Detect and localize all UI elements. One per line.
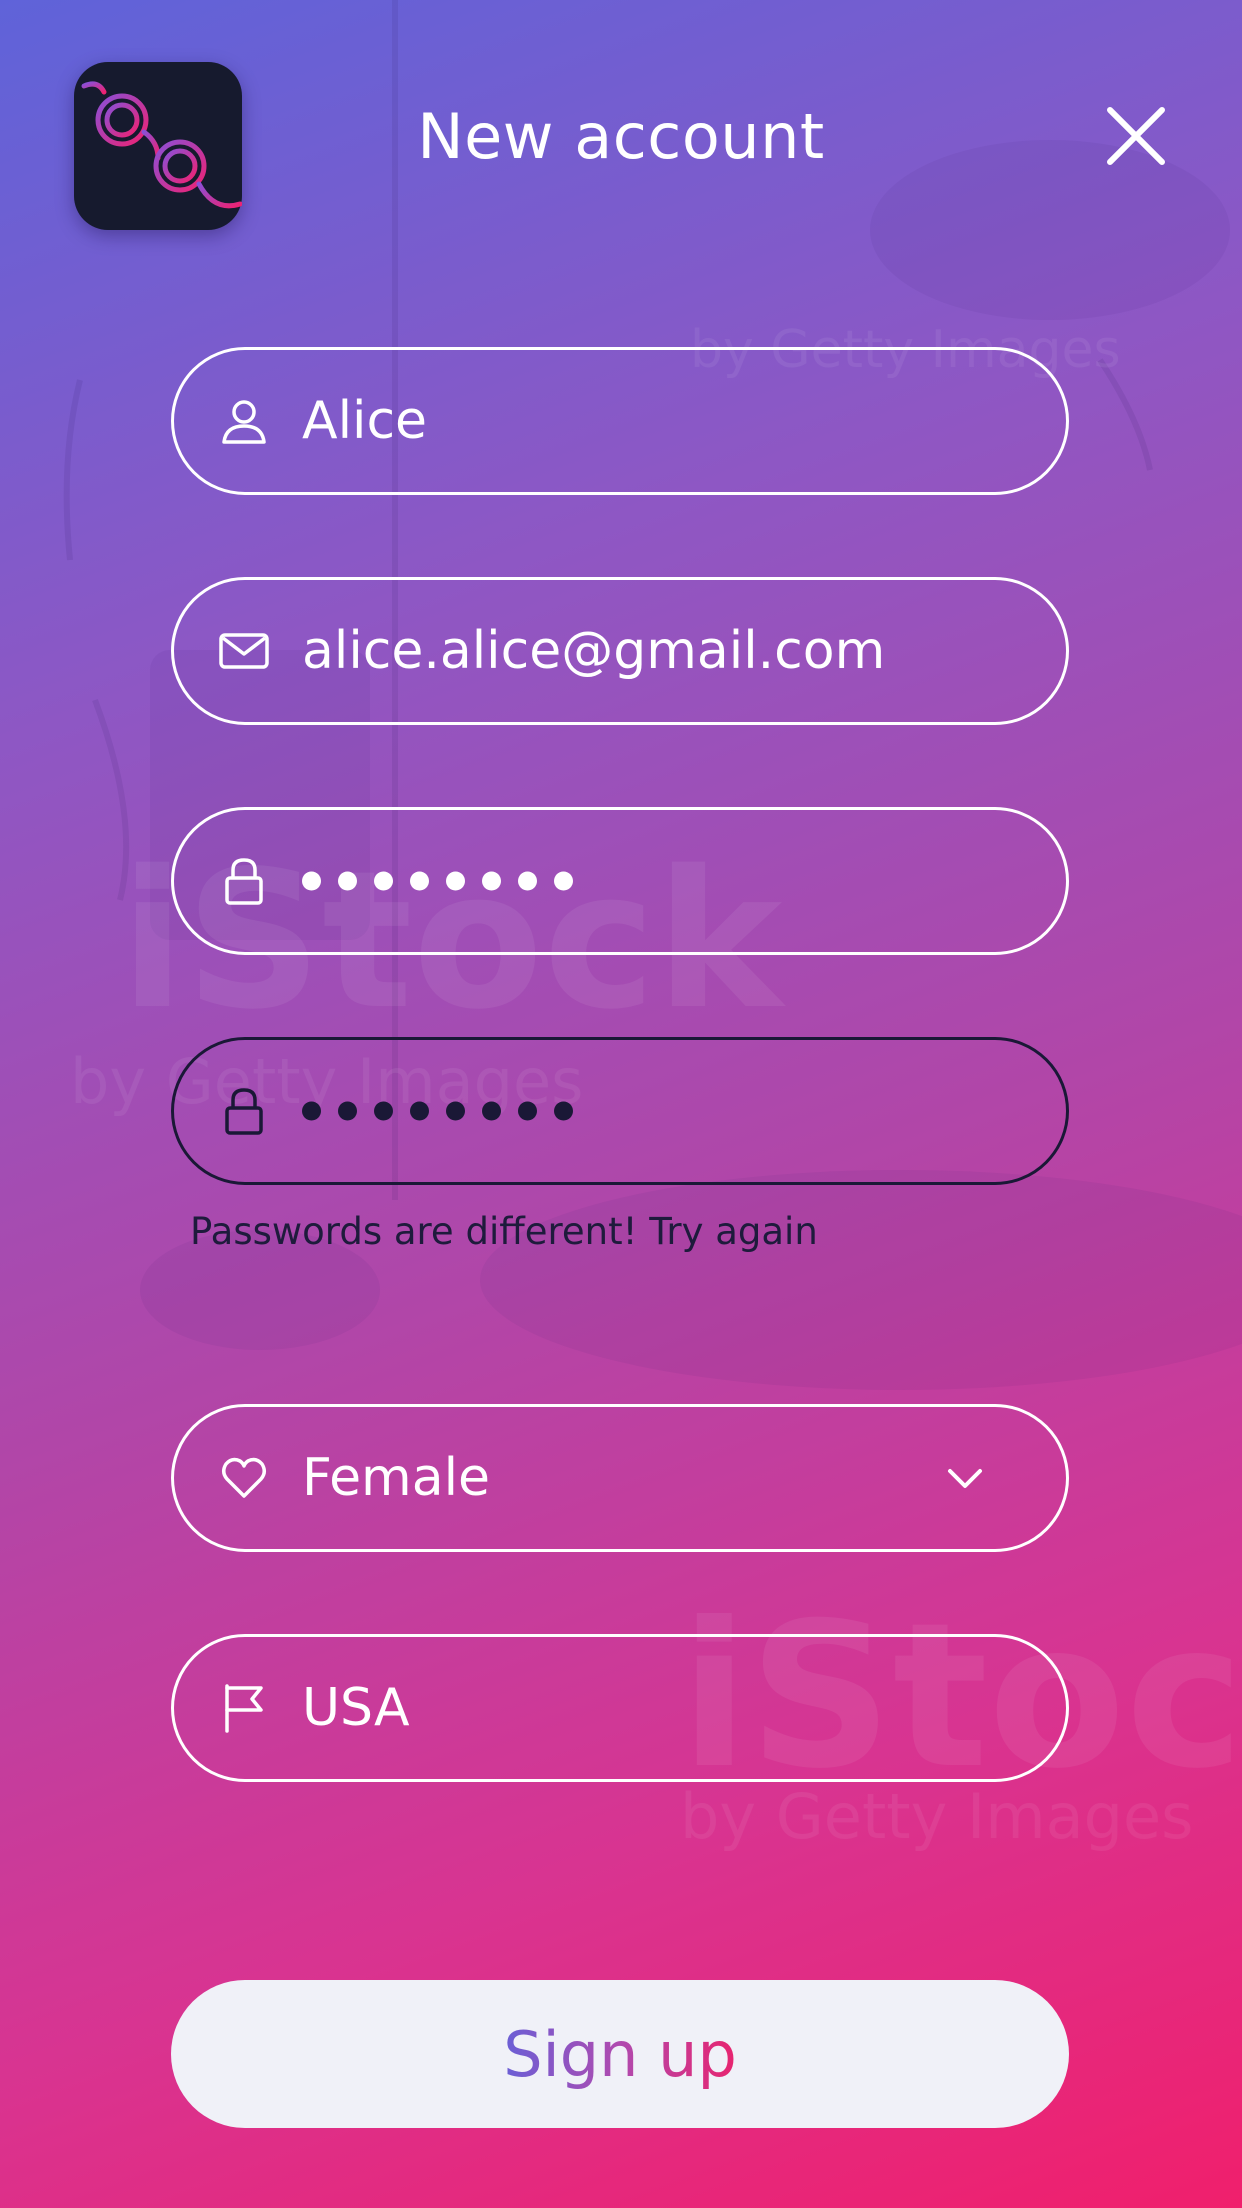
country-value: USA [302,1678,410,1738]
country-field[interactable]: USA [171,1634,1069,1782]
password-masked-value [302,871,573,891]
lock-icon [218,1085,270,1137]
password-error-message: Passwords are different! Try again [190,1210,818,1253]
close-button[interactable] [1104,104,1168,168]
chevron-down-icon[interactable] [944,1457,986,1499]
email-field[interactable]: alice.alice@gmail.com [171,577,1069,725]
name-value: Alice [302,391,428,451]
email-value: alice.alice@gmail.com [302,621,886,681]
gender-value: Female [302,1448,491,1508]
mail-icon [218,625,270,677]
flag-icon [218,1682,270,1734]
signup-button[interactable]: Sign up [171,1980,1069,2128]
confirm-password-field[interactable] [171,1037,1069,1185]
watermark-subtext: by Getty Images [680,1780,1194,1853]
page-title: New account [417,100,825,173]
confirm-password-masked-value [302,1101,573,1121]
name-field[interactable]: Alice [171,347,1069,495]
close-icon [1107,107,1165,165]
signup-button-label: Sign up [503,2017,737,2091]
signup-screen: iStock by Getty Images iStock by Getty I… [0,0,1242,2208]
user-icon [218,395,270,447]
heart-icon [218,1452,270,1504]
lock-icon [218,855,270,907]
password-field[interactable] [171,807,1069,955]
gender-select[interactable]: Female [171,1404,1069,1552]
